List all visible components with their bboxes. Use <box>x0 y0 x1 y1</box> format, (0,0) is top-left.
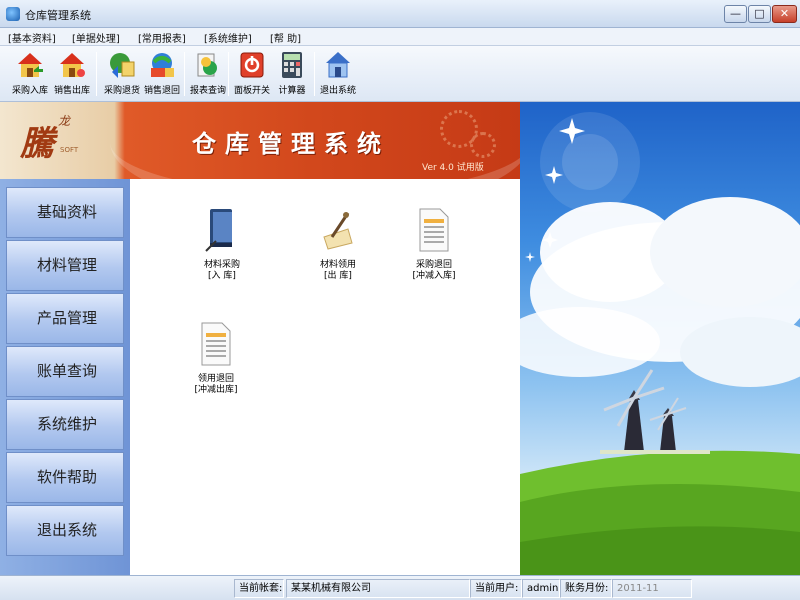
exit-icon <box>326 52 350 78</box>
user-value: admin <box>522 579 560 598</box>
company-logo-sub: SOFT <box>60 146 79 154</box>
purchase-return-shortcut[interactable]: 采购退回 [冲减入库] <box>394 207 474 297</box>
period-value: 2011-11 <box>612 579 692 598</box>
material-purchase-shortcut[interactable]: 材料采购 [入 库] <box>182 207 262 297</box>
book-icon <box>205 209 232 252</box>
calculator-icon <box>282 52 302 78</box>
company-logo: 騰 <box>20 124 54 164</box>
sales-return-button[interactable]: 销售退回 <box>140 48 184 100</box>
sales-out-label: 销售出库 <box>53 86 90 96</box>
material-purchase-sublabel: [入 库] <box>208 271 236 281</box>
report-query-icon <box>197 53 217 77</box>
account-label: 当前帐套: <box>234 579 284 598</box>
menu-help[interactable]: [帮 助] <box>270 30 301 45</box>
sales-out-button[interactable]: 销售出库 <box>50 48 94 100</box>
window-title: 仓库管理系统 <box>25 9 91 22</box>
close-button[interactable]: ✕ <box>772 5 797 23</box>
nav-material-management[interactable]: 材料管理 <box>6 240 124 291</box>
menu-documents[interactable]: [单据处理] <box>72 30 120 45</box>
toolbar: 采购入库 销售出库 采购退货 销售退回 报表查询 面板开关 计算器 退出系统 <box>0 46 800 102</box>
status-bar: 当前帐套: 某某机械有限公司 当前用户: admin 账务月份: 2011-11 <box>0 575 800 600</box>
function-panel: 材料采购 [入 库] 材料领用 [出 库] 采购退回 [冲减入库] 领用退回 [… <box>130 179 520 575</box>
nav-bill-query[interactable]: 账单查询 <box>6 346 124 397</box>
exit-system-button[interactable]: 退出系统 <box>316 48 360 100</box>
user-label: 当前用户: <box>470 579 522 598</box>
quill-icon <box>323 212 353 250</box>
menu-reports[interactable]: [常用报表] <box>138 30 186 45</box>
version-label: Ver 4.0 试用版 <box>422 163 484 173</box>
title-bar: 仓库管理系统 — □ ✕ <box>0 0 800 28</box>
issue-return-shortcut[interactable]: 领用退回 [冲减出库] <box>176 321 256 411</box>
banner-title: 仓库管理系统 <box>192 129 390 158</box>
company-logo-mark: 龙 <box>58 114 71 128</box>
exit-system-label: 退出系统 <box>319 86 356 96</box>
material-issue-sublabel: [出 库] <box>324 271 352 281</box>
power-icon <box>240 52 264 78</box>
document-icon <box>201 322 231 366</box>
landscape-picture <box>520 112 800 575</box>
account-value: 某某机械有限公司 <box>286 579 470 598</box>
nav-product-management[interactable]: 产品管理 <box>6 293 124 344</box>
calculator-button[interactable]: 计算器 <box>270 48 314 100</box>
house-in-icon <box>18 53 43 77</box>
menu-bar: [基本资料] [单据处理] [常用报表] [系统维护] [帮 助] <box>0 28 800 46</box>
sales-return-icon <box>151 53 174 77</box>
nav-basic-data[interactable]: 基础资料 <box>6 187 124 238</box>
menu-basic-data[interactable]: [基本资料] <box>8 30 56 45</box>
app-banner: 騰 龙 SOFT 仓库管理系统 Ver 4.0 试用版 <box>0 102 520 179</box>
house-out-icon <box>60 53 85 77</box>
issue-return-sublabel: [冲减出库] <box>194 385 238 395</box>
nav-system-maintenance[interactable]: 系统维护 <box>6 399 124 450</box>
nav-sidebar: 基础资料 材料管理 产品管理 账单查询 系统维护 软件帮助 退出系统 <box>0 179 130 575</box>
document-icon <box>419 208 449 252</box>
menu-maintenance[interactable]: [系统维护] <box>204 30 252 45</box>
purchase-return-doc-sublabel: [冲减入库] <box>412 271 456 281</box>
purchase-return-icon <box>110 53 135 78</box>
gear-decoration <box>470 132 496 158</box>
minimize-button[interactable]: — <box>724 5 747 23</box>
scenery-image <box>520 102 800 575</box>
nav-exit-system[interactable]: 退出系统 <box>6 505 124 556</box>
app-icon <box>6 7 20 21</box>
material-issue-shortcut[interactable]: 材料领用 [出 库] <box>298 207 378 297</box>
period-label: 账务月份: <box>560 579 612 598</box>
maximize-button[interactable]: □ <box>748 5 771 23</box>
nav-software-help[interactable]: 软件帮助 <box>6 452 124 503</box>
